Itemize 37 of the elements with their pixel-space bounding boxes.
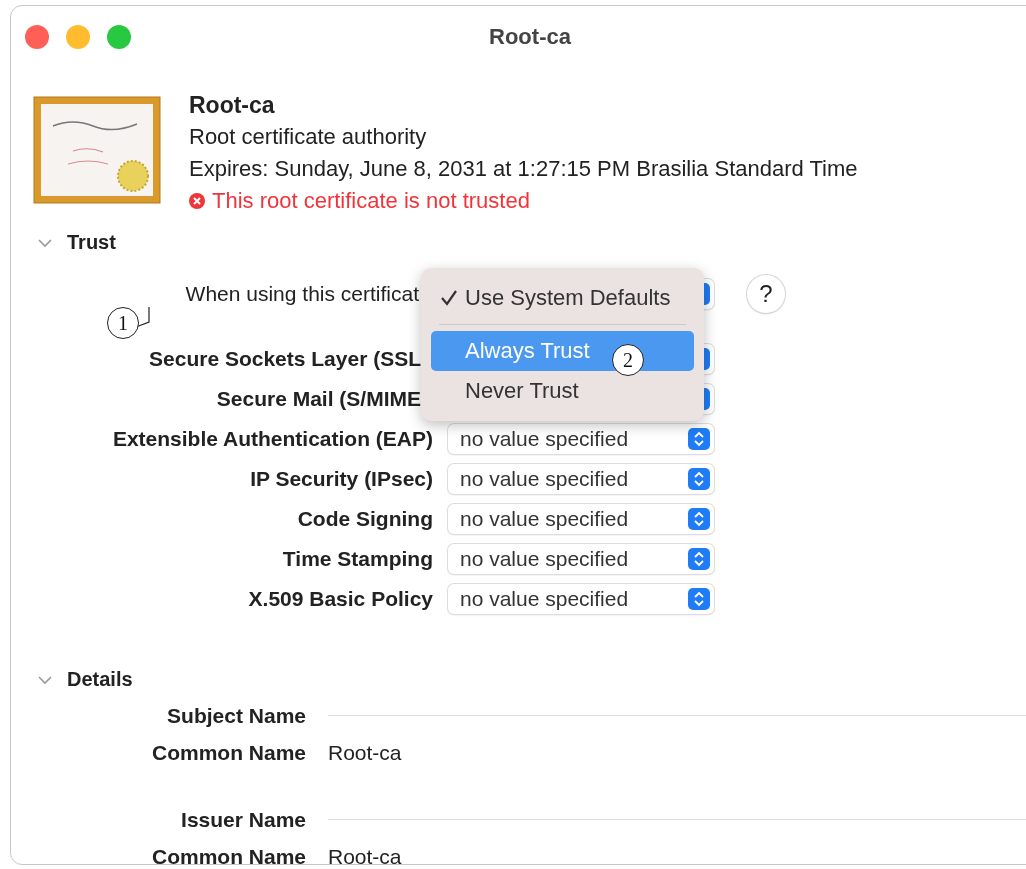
zoom-button[interactable] — [107, 25, 131, 49]
policy-popup[interactable]: no value specified — [448, 584, 714, 614]
trust-label: When using this certificat — [184, 282, 420, 306]
minimize-button[interactable] — [66, 25, 90, 49]
checkmark-icon — [439, 289, 459, 307]
certificate-description: Root certificate authority — [189, 123, 428, 151]
group-heading: Subject Name — [166, 703, 306, 729]
certificate-name: Root-ca — [189, 91, 276, 120]
field-label: Common Name — [150, 844, 306, 864]
group-heading: Issuer Name — [180, 807, 306, 833]
policy-popup[interactable]: no value specified — [448, 464, 714, 494]
section-heading[interactable]: Trust — [67, 231, 116, 254]
policy-popup[interactable]: no value specified — [448, 424, 714, 454]
policy-label: Secure Mail (S/MIME — [215, 387, 422, 411]
policy-label: Time Stamping — [281, 547, 433, 571]
section-heading[interactable]: Details — [67, 668, 133, 691]
policy-popup[interactable]: no value specified — [448, 544, 714, 574]
window-title: Root-ca — [489, 24, 571, 49]
policy-label: IP Security (IPsec) — [249, 467, 433, 491]
error-icon — [189, 193, 205, 209]
help-button[interactable]: ? — [747, 275, 785, 313]
certificate-icon — [33, 96, 161, 204]
policy-label: Extensible Authentication (EAP) — [111, 427, 433, 451]
chevron-icon[interactable] — [37, 674, 53, 685]
expiry-date: Expires: Sunday, June 8, 2031 at 1:27:15 PM Brasilia Standard Time — [189, 155, 858, 183]
field-label: Common Name — [150, 740, 306, 766]
policy-label: X.509 Basic Policy — [247, 587, 433, 611]
field-value: Root-ca — [328, 740, 403, 766]
chevron-icon[interactable] — [37, 237, 53, 248]
callout-number: 1 — [107, 307, 139, 339]
trust-status: This root certificate is not trusted — [212, 187, 530, 215]
policy-popup[interactable]: no value specified — [448, 504, 714, 534]
field-value: Root-ca — [328, 844, 403, 864]
policy-label: Code Signing — [296, 507, 433, 531]
menu-item[interactable]: Use System Defaults — [431, 278, 694, 318]
close-button[interactable] — [25, 25, 49, 49]
policy-label: Secure Sockets Layer (SSL — [148, 347, 422, 371]
